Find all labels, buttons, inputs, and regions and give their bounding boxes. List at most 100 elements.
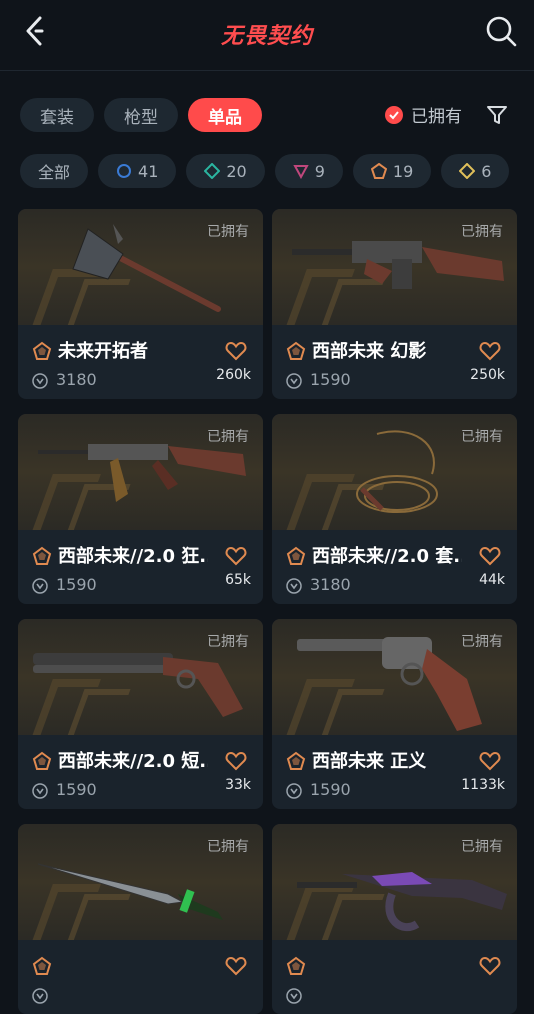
item-info: 西部未来 幻影 1590 250k <box>272 325 517 399</box>
item-price: 1590 <box>310 780 351 799</box>
header-divider <box>0 70 534 71</box>
item-name: 西部未来//2.0 套... <box>312 546 462 567</box>
item-price: 1590 <box>56 575 97 594</box>
item-info: 西部未来//2.0 短... 1590 33k <box>18 735 263 809</box>
heart-icon[interactable] <box>225 956 247 976</box>
item-image: 已拥有 <box>272 824 517 940</box>
app-header: 无畏契约 <box>0 0 534 66</box>
item-image: 已拥有 <box>272 619 517 735</box>
ultra-tier-icon <box>459 163 476 179</box>
valorant-points-icon <box>286 373 302 389</box>
rarity-chip-exclusive[interactable]: 19 <box>352 154 432 188</box>
item-info: 西部未来//2.0 套... 3180 44k <box>272 530 517 604</box>
owned-tag: 已拥有 <box>207 839 249 855</box>
rarity-chip-all[interactable]: 全部 <box>20 154 89 188</box>
item-name: 西部未来//2.0 狂... <box>58 546 208 567</box>
item-info <box>18 940 263 1014</box>
premium-tier-icon <box>293 165 309 179</box>
rarity-filter-row: 全部 41 20 9 19 6 <box>20 154 510 190</box>
exclusive-tier-icon <box>32 546 52 565</box>
item-likes: 1133k <box>461 777 505 793</box>
item-card[interactable]: 已拥有 西部未来//2.0 短... 1590 33k <box>18 619 263 809</box>
item-info: 西部未来//2.0 狂... 1590 65k <box>18 530 263 604</box>
exclusive-tier-icon <box>286 341 306 360</box>
valorant-points-icon <box>32 578 48 594</box>
check-icon <box>385 105 403 124</box>
item-name: 未来开拓者 <box>58 341 148 362</box>
owned-filter-label: 已拥有 <box>411 107 462 127</box>
heart-icon[interactable] <box>479 956 501 976</box>
rarity-chip-ultra[interactable]: 6 <box>441 154 510 188</box>
item-image: 已拥有 <box>18 619 263 735</box>
item-card[interactable]: 已拥有 西部未来//2.0 套... 3180 44k <box>272 414 517 604</box>
item-name: 西部未来 幻影 <box>312 341 427 362</box>
item-likes: 250k <box>470 367 505 383</box>
valorant-points-icon <box>286 783 302 799</box>
item-likes: 260k <box>216 367 251 383</box>
item-image: 已拥有 <box>18 414 263 530</box>
tab-gun-type[interactable]: 枪型 <box>104 98 178 132</box>
item-price: 1590 <box>310 370 351 389</box>
heart-icon[interactable] <box>479 341 501 361</box>
exclusive-tier-icon <box>286 956 306 975</box>
rarity-chip-premium[interactable]: 9 <box>274 154 343 188</box>
rarity-chip-count: 41 <box>138 161 159 181</box>
heart-icon[interactable] <box>225 751 247 771</box>
owned-tag: 已拥有 <box>207 429 249 445</box>
item-image: 已拥有 <box>18 824 263 940</box>
heart-icon[interactable] <box>479 751 501 771</box>
item-card[interactable]: 已拥有 未来开拓者 3180 260k <box>18 209 263 399</box>
owned-tag: 已拥有 <box>461 429 503 445</box>
exclusive-tier-icon <box>32 341 52 360</box>
item-price: 3180 <box>56 370 97 389</box>
deluxe-tier-icon <box>204 163 221 179</box>
item-card[interactable]: 已拥有 西部未来//2.0 狂... 1590 65k <box>18 414 263 604</box>
item-likes: 65k <box>225 572 251 588</box>
item-info: 西部未来 正义 1590 1133k <box>272 735 517 809</box>
heart-icon[interactable] <box>225 546 247 566</box>
rarity-chip-count: 9 <box>314 161 325 181</box>
valorant-points-icon <box>286 988 302 1004</box>
item-card[interactable]: 已拥有 西部未来 正义 1590 1133k <box>272 619 517 809</box>
page-title: 无畏契约 <box>220 24 313 49</box>
item-price: 1590 <box>56 780 97 799</box>
item-info: 未来开拓者 3180 260k <box>18 325 263 399</box>
owned-tag: 已拥有 <box>207 634 249 650</box>
rarity-chip-count: 20 <box>226 161 247 181</box>
valorant-points-icon <box>286 578 302 594</box>
rarity-chip-label: 全部 <box>38 163 71 182</box>
exclusive-tier-icon <box>286 751 306 770</box>
heart-icon[interactable] <box>479 546 501 566</box>
exclusive-tier-icon <box>286 546 306 565</box>
item-name: 西部未来//2.0 短... <box>58 751 208 772</box>
valorant-points-icon <box>32 373 48 389</box>
tab-single-item[interactable]: 单品 <box>188 98 262 132</box>
owned-tag: 已拥有 <box>461 839 503 855</box>
item-name: 西部未来 正义 <box>312 751 427 772</box>
item-price: 3180 <box>310 575 351 594</box>
owned-tag: 已拥有 <box>461 634 503 650</box>
item-info <box>272 940 517 1014</box>
item-image: 已拥有 <box>272 414 517 530</box>
item-card[interactable]: 已拥有 <box>272 824 517 1014</box>
item-image: 已拥有 <box>18 209 263 325</box>
filter-icon[interactable] <box>486 104 508 126</box>
search-icon[interactable] <box>484 14 518 48</box>
tab-set[interactable]: 套装 <box>20 98 94 132</box>
valorant-points-icon <box>32 783 48 799</box>
rarity-chip-count: 19 <box>392 161 414 181</box>
owned-tag: 已拥有 <box>207 224 249 240</box>
rarity-chip-select[interactable]: 41 <box>98 154 177 188</box>
rarity-chip-deluxe[interactable]: 20 <box>186 154 265 188</box>
item-card[interactable]: 已拥有 <box>18 824 263 1014</box>
item-card[interactable]: 已拥有 西部未来 幻影 1590 250k <box>272 209 517 399</box>
owned-filter-toggle[interactable]: 已拥有 <box>385 102 462 127</box>
exclusive-tier-icon <box>32 956 52 975</box>
item-likes: 33k <box>225 777 251 793</box>
select-tier-icon <box>117 164 132 178</box>
exclusive-tier-icon <box>32 751 52 770</box>
item-image: 已拥有 <box>272 209 517 325</box>
valorant-points-icon <box>32 988 48 1004</box>
heart-icon[interactable] <box>225 341 247 361</box>
rarity-chip-count: 6 <box>481 161 492 181</box>
